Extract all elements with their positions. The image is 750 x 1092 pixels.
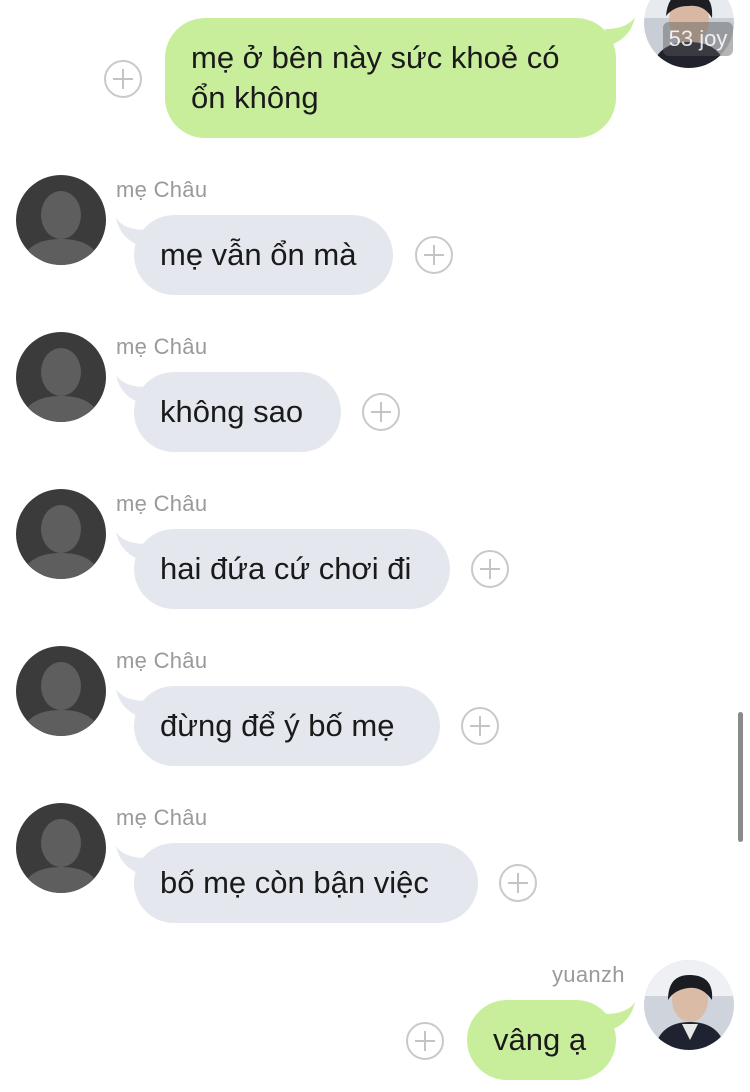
user-avatar[interactable]: [644, 960, 734, 1050]
watermark-overlay: 53 joy: [663, 22, 733, 56]
person-silhouette-icon: [16, 803, 106, 893]
add-reaction-button[interactable]: [471, 550, 509, 588]
person-silhouette-icon: [16, 332, 106, 422]
contact-avatar[interactable]: [16, 646, 106, 736]
contact-avatar[interactable]: [16, 332, 106, 422]
message-text: hai đứa cứ chơi đi: [160, 551, 412, 586]
message-bubble-incoming[interactable]: đừng để ý bố mẹ: [134, 686, 440, 766]
contact-avatar[interactable]: [16, 175, 106, 265]
add-reaction-button[interactable]: [415, 236, 453, 274]
person-silhouette-icon: [16, 489, 106, 579]
message-bubble-outgoing[interactable]: vâng ạ: [467, 1000, 616, 1080]
add-reaction-button[interactable]: [461, 707, 499, 745]
sender-name: mẹ Châu: [116, 334, 208, 359]
add-reaction-button[interactable]: [362, 393, 400, 431]
message-text: không sao: [160, 394, 304, 429]
message-bubble-incoming[interactable]: bố mẹ còn bận việc: [134, 843, 478, 923]
message-bubble-incoming[interactable]: mẹ vẫn ổn mà: [134, 215, 393, 295]
message-text: đừng để ý bố mẹ: [160, 708, 395, 743]
chat-thread: mẹ ở bên này sức khoẻ có ổn không 53 joy…: [0, 0, 750, 1092]
message-bubble-incoming[interactable]: không sao: [134, 372, 341, 452]
add-reaction-button[interactable]: [406, 1022, 444, 1060]
add-reaction-button[interactable]: [499, 864, 537, 902]
sender-name: mẹ Châu: [116, 805, 208, 830]
contact-avatar[interactable]: [16, 489, 106, 579]
message-text: mẹ vẫn ổn mà: [160, 237, 357, 272]
add-reaction-button[interactable]: [104, 60, 142, 98]
sender-name: yuanzh: [552, 962, 625, 987]
message-text: bố mẹ còn bận việc: [160, 865, 429, 900]
contact-avatar[interactable]: [16, 803, 106, 893]
person-silhouette-icon: [16, 646, 106, 736]
scrollbar[interactable]: [738, 712, 743, 842]
message-text: vâng ạ: [493, 1022, 587, 1057]
user-photo: [644, 960, 734, 1050]
sender-name: mẹ Châu: [116, 491, 208, 516]
person-silhouette-icon: [16, 175, 106, 265]
sender-name: mẹ Châu: [116, 177, 208, 202]
sender-name: mẹ Châu: [116, 648, 208, 673]
message-bubble-outgoing[interactable]: mẹ ở bên này sức khoẻ có ổn không: [165, 18, 616, 138]
message-bubble-incoming[interactable]: hai đứa cứ chơi đi: [134, 529, 450, 609]
message-text: mẹ ở bên này sức khoẻ có ổn không: [191, 40, 560, 115]
